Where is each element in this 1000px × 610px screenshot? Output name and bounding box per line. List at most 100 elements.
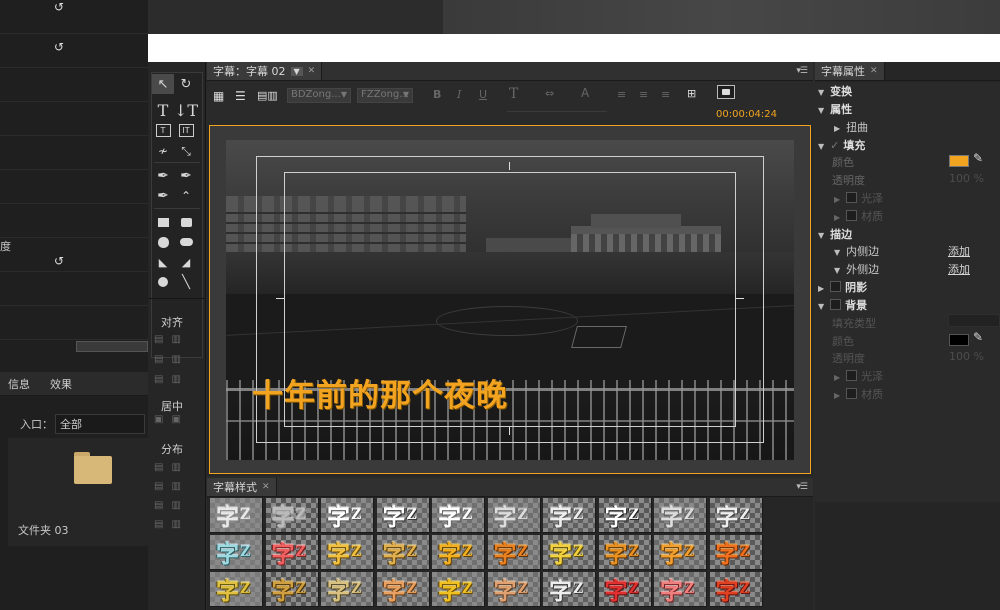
delete-anchor-tool-icon[interactable]: ✒	[175, 166, 197, 186]
expand-triangle-icon[interactable]: ▶	[834, 373, 840, 382]
title-style-swatch[interactable]: 字Z	[543, 535, 596, 570]
align-right-icon[interactable]: ≡	[661, 88, 670, 101]
title-style-swatch[interactable]: 字Z	[265, 572, 319, 607]
tab-info[interactable]: 信息	[8, 376, 30, 392]
center-buttons[interactable]: ▣▣	[154, 414, 200, 425]
background-checkbox[interactable]	[830, 299, 842, 310]
close-icon[interactable]: ✕	[308, 66, 316, 76]
vertical-type-tool-icon[interactable]: ↓T	[174, 100, 198, 120]
tab-stops-icon[interactable]: ⊞	[687, 87, 696, 100]
fill-checkbox[interactable]: ✓	[830, 139, 839, 152]
area-type-tool-icon[interactable]: T	[152, 120, 174, 140]
entry-select[interactable]: 全部	[55, 414, 145, 434]
underline-button[interactable]: U	[479, 88, 487, 101]
tab-title-properties[interactable]: 字幕属性 ✕	[815, 62, 885, 80]
expand-triangle-icon[interactable]: ▶	[834, 213, 840, 222]
distribute-buttons[interactable]: ▤▥ ▤▥ ▤▥ ▤▥	[154, 458, 200, 534]
horizontal-scrollbar[interactable]	[76, 341, 148, 352]
distort-item[interactable]: ▶ 扭曲	[834, 119, 868, 135]
reset-icon[interactable]: ↺	[54, 0, 64, 14]
title-style-swatch[interactable]: 字Z	[265, 498, 319, 533]
sheen-item[interactable]: ▶ 光泽	[834, 190, 883, 206]
expand-triangle-icon[interactable]: ▶	[834, 391, 840, 400]
title-style-swatch[interactable]: 字Z	[376, 498, 430, 533]
vertical-area-type-tool-icon[interactable]: IT	[175, 120, 197, 140]
bg-sheen-item[interactable]: ▶ 光泽	[834, 368, 883, 384]
close-icon[interactable]: ✕	[262, 482, 270, 492]
title-style-swatch[interactable]: 字Z	[543, 498, 596, 533]
tab-title-designer[interactable]: 字幕：字幕 02 ▼ ✕	[207, 62, 323, 80]
title-style-swatch[interactable]: 字Z	[487, 535, 541, 570]
stroke-group[interactable]: ▼ 描边	[818, 226, 852, 242]
title-style-swatch[interactable]: 字Z	[654, 498, 707, 533]
rotation-tool-icon[interactable]: ↻	[175, 74, 197, 94]
attributes-group[interactable]: ▼ 属性	[818, 101, 852, 117]
title-style-swatch[interactable]: 字Z	[709, 572, 763, 607]
shadow-checkbox[interactable]	[830, 281, 842, 292]
collapse-triangle-icon[interactable]: ▼	[818, 88, 824, 97]
rounded-corner-rectangle-tool-icon[interactable]	[175, 232, 197, 252]
templates-icon[interactable]: ▤▥	[257, 89, 278, 102]
shadow-group[interactable]: ▶ 阴影	[818, 279, 867, 295]
collapse-triangle-icon[interactable]: ▼	[818, 142, 824, 151]
title-style-swatch[interactable]: 字Z	[709, 498, 763, 533]
panel-menu-icon[interactable]: ▾☰	[796, 66, 808, 76]
title-style-swatch[interactable]: 字Z	[598, 498, 652, 533]
title-style-swatch[interactable]: 字Z	[321, 498, 374, 533]
convert-anchor-tool-icon[interactable]: ⌃	[175, 186, 197, 206]
vertical-path-type-tool-icon[interactable]: ⤡	[175, 141, 197, 161]
path-type-tool-icon[interactable]: ≁	[152, 141, 174, 161]
tab-title-styles[interactable]: 字幕样式 ✕	[207, 478, 277, 496]
timecode[interactable]: 00:00:04:24	[716, 109, 777, 120]
align-buttons[interactable]: ▤▥ ▤▥ ▤▥	[154, 330, 200, 390]
kerning-icon[interactable]: ⇔	[545, 87, 554, 100]
collapse-triangle-icon[interactable]: ▼	[818, 302, 824, 311]
add-outer-stroke-link[interactable]: 添加	[948, 261, 970, 277]
align-left-icon[interactable]: ≡	[617, 88, 626, 101]
clipped-rectangle-tool-icon[interactable]	[175, 212, 197, 232]
roll-crawl-icon[interactable]: ☰	[235, 89, 246, 103]
show-video-icon[interactable]	[717, 85, 735, 99]
title-style-swatch[interactable]: 字Z	[654, 535, 707, 570]
bg-color-swatch[interactable]	[949, 334, 969, 346]
selection-tool-icon[interactable]: ↖	[152, 74, 174, 94]
eyedropper-icon[interactable]: ✎	[973, 151, 983, 165]
title-style-swatch[interactable]: 字Z	[598, 535, 652, 570]
background-group[interactable]: ▼ 背景	[818, 297, 867, 313]
collapse-triangle-icon[interactable]: ▼	[818, 231, 824, 240]
title-style-swatch[interactable]: 字Z	[432, 535, 485, 570]
align-center-icon[interactable]: ≡	[639, 88, 648, 101]
collapse-triangle-icon[interactable]: ▼	[818, 106, 824, 115]
title-style-swatch[interactable]: 字Z	[487, 498, 541, 533]
bold-button[interactable]: B	[433, 88, 441, 101]
add-inner-stroke-link[interactable]: 添加	[948, 243, 970, 259]
close-icon[interactable]: ✕	[870, 66, 878, 76]
rectangle-tool-icon[interactable]	[152, 212, 174, 232]
fill-type-select[interactable]	[948, 314, 1000, 327]
rounded-rectangle-tool-icon[interactable]	[152, 232, 174, 252]
arc-tool-icon[interactable]: ◢	[175, 252, 197, 272]
outer-stroke-item[interactable]: ▼ 外侧边	[834, 261, 879, 277]
inner-stroke-item[interactable]: ▼ 内侧边	[834, 243, 879, 259]
font-family-select[interactable]: BDZong... ▼	[287, 88, 351, 103]
font-size-icon[interactable]: T	[509, 86, 518, 102]
reset-icon[interactable]: ↺	[54, 254, 64, 268]
new-title-icon[interactable]: ▦	[213, 89, 224, 103]
font-style-select[interactable]: FZZong... ▼	[357, 88, 413, 103]
title-style-swatch[interactable]: 字Z	[321, 572, 374, 607]
texture-checkbox[interactable]	[846, 210, 858, 221]
line-tool-icon[interactable]: ╲	[175, 272, 197, 292]
expand-triangle-icon[interactable]: ▶	[818, 284, 824, 293]
texture-item[interactable]: ▶ 材质	[834, 208, 883, 224]
caption-text[interactable]: 十年前的那个夜晚	[252, 370, 508, 415]
title-style-swatch[interactable]: 字Z	[210, 535, 263, 570]
title-style-swatch[interactable]: 字Z	[654, 572, 707, 607]
title-style-swatch[interactable]: 字Z	[432, 498, 485, 533]
reset-icon[interactable]: ↺	[54, 40, 64, 54]
title-style-swatch[interactable]: 字Z	[598, 572, 652, 607]
title-style-swatch[interactable]: 字Z	[543, 572, 596, 607]
eyedropper-icon[interactable]: ✎	[973, 330, 983, 344]
title-style-swatch[interactable]: 字Z	[376, 572, 430, 607]
folder-icon[interactable]	[74, 452, 112, 484]
bg-texture-item[interactable]: ▶ 材质	[834, 386, 883, 402]
